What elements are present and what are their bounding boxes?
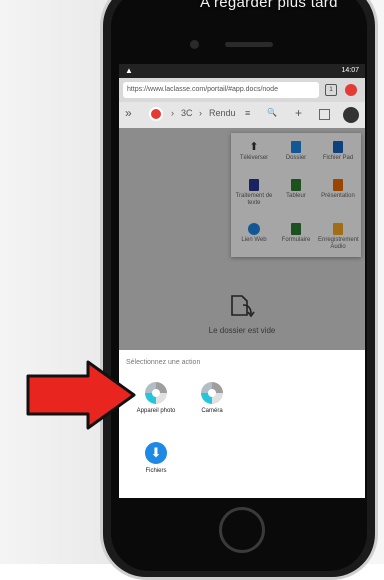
home-button[interactable] <box>219 507 265 553</box>
front-camera <box>190 40 199 49</box>
action-label: Appareil photo <box>136 408 176 414</box>
avatar[interactable] <box>343 107 359 123</box>
breadcrumb-item-3c[interactable]: 3C <box>181 108 193 118</box>
breadcrumb-separator: › <box>171 108 174 118</box>
action-label: Caméra <box>201 408 223 414</box>
earpiece-speaker <box>225 42 273 47</box>
video-camera-icon <box>201 382 223 404</box>
red-pointer-arrow-icon <box>26 360 136 430</box>
search-icon[interactable]: 🔍 <box>267 108 277 117</box>
action-files[interactable]: ⬇ Fichiers <box>131 442 181 474</box>
tabs-count-button[interactable]: 1 <box>325 84 337 96</box>
expand-icon[interactable]: » <box>125 106 132 120</box>
action-video-camera[interactable]: Caméra <box>187 382 237 414</box>
action-sheet: Sélectionnez une action Appareil photo C… <box>119 350 365 498</box>
select-icon[interactable] <box>319 109 330 120</box>
download-files-icon: ⬇ <box>145 442 167 464</box>
action-label: Fichiers <box>145 468 167 474</box>
status-bar: ▲ 14:07 <box>119 64 365 78</box>
url-input[interactable]: https://www.laclasse.com/portail/#app.do… <box>123 82 319 98</box>
breadcrumb-separator: › <box>199 108 202 118</box>
browser-menu-icon[interactable] <box>345 84 357 96</box>
action-camera-photo[interactable]: Appareil photo <box>131 382 181 414</box>
phone-screen: ▲ 14:07 https://www.laclasse.com/portail… <box>119 64 365 498</box>
add-icon[interactable]: + <box>295 106 302 120</box>
warning-icon: ▲ <box>125 66 133 75</box>
laclasse-logo-icon[interactable] <box>149 107 163 121</box>
camera-app-icon <box>145 382 167 404</box>
breadcrumb-item-rendu[interactable]: Rendu <box>209 108 236 118</box>
app-toolbar: » › 3C › Rendu ≡ 🔍 + <box>119 102 365 128</box>
video-title: A regarder plus tard <box>200 0 338 11</box>
browser-url-bar: https://www.laclasse.com/portail/#app.do… <box>119 78 365 102</box>
menu-icon[interactable]: ≡ <box>245 108 250 118</box>
status-time: 14:07 <box>341 67 359 74</box>
